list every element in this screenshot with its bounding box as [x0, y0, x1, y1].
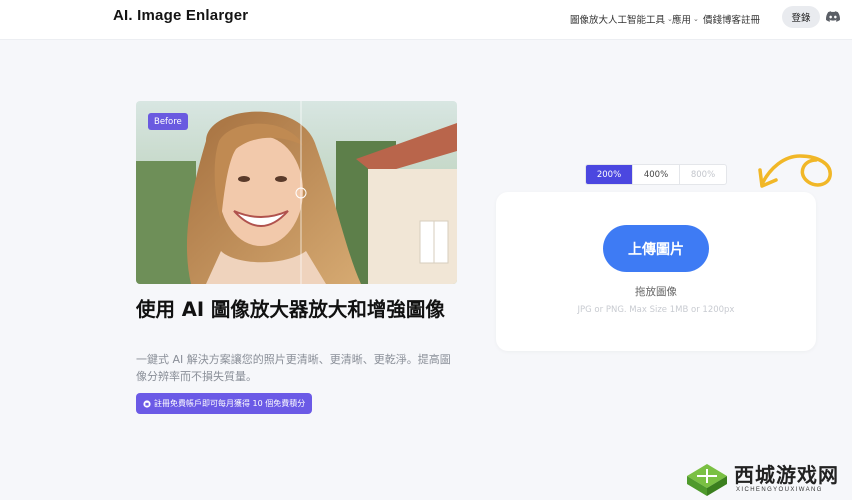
- discord-icon[interactable]: [826, 11, 840, 23]
- scale-tab-200[interactable]: 200%: [586, 165, 633, 184]
- scale-tab-800: 800%: [690, 169, 716, 180]
- nav-apps-label: 應用: [672, 15, 692, 26]
- nav-apps-menu[interactable]: 應用 ⌄: [672, 12, 699, 26]
- nav-tools-label: 圖像放大人工智能工具: [570, 15, 666, 26]
- site-logo[interactable]: AI. Image Enlarger: [113, 7, 248, 24]
- file-requirements-hint: JPG or PNG. Max Size 1MB or 1200px: [577, 305, 735, 315]
- scale-selector: 200% 400% 800%: [585, 164, 727, 185]
- nav-tools-menu[interactable]: 圖像放大人工智能工具 ⌄: [570, 12, 673, 26]
- gift-icon: [143, 399, 151, 408]
- nav-blog-link[interactable]: 博客: [722, 12, 741, 26]
- page-subtitle: 一鍵式 AI 解決方案讓您的照片更清晰、更清晰、更乾淨。提高圖像分辨率而不損失質…: [136, 353, 451, 383]
- top-navbar: AI. Image Enlarger 圖像放大人工智能工具 ⌄ 應用 ⌄ 價錢 …: [0, 0, 852, 40]
- curved-arrow-icon: [758, 154, 832, 188]
- upload-image-button[interactable]: 上傳圖片: [603, 225, 709, 272]
- promo-label: 註冊免費帳戶即可每月獲得 10 個免費積分: [154, 399, 306, 408]
- free-credits-promo[interactable]: 註冊免費帳戶即可每月獲得 10 個免費積分: [136, 393, 313, 414]
- drop-label: 拖放圖像: [635, 286, 677, 298]
- chevron-down-icon: ⌄: [693, 15, 699, 23]
- nav-signup-link[interactable]: 註冊: [741, 12, 760, 26]
- scale-tab-400[interactable]: 400%: [633, 165, 680, 184]
- nav-links: 價錢 博客 註冊: [703, 12, 760, 26]
- nav-pricing-link[interactable]: 價錢: [703, 12, 722, 26]
- watermark-title: 西城游戏网: [734, 463, 839, 487]
- login-button[interactable]: 登錄: [782, 6, 820, 28]
- before-badge: Before: [148, 113, 188, 130]
- page-title: 使用 AI 圖像放大器放大和增強圖像: [136, 298, 445, 321]
- watermark-subtitle: XICHENGYOUXIWANG: [736, 487, 823, 493]
